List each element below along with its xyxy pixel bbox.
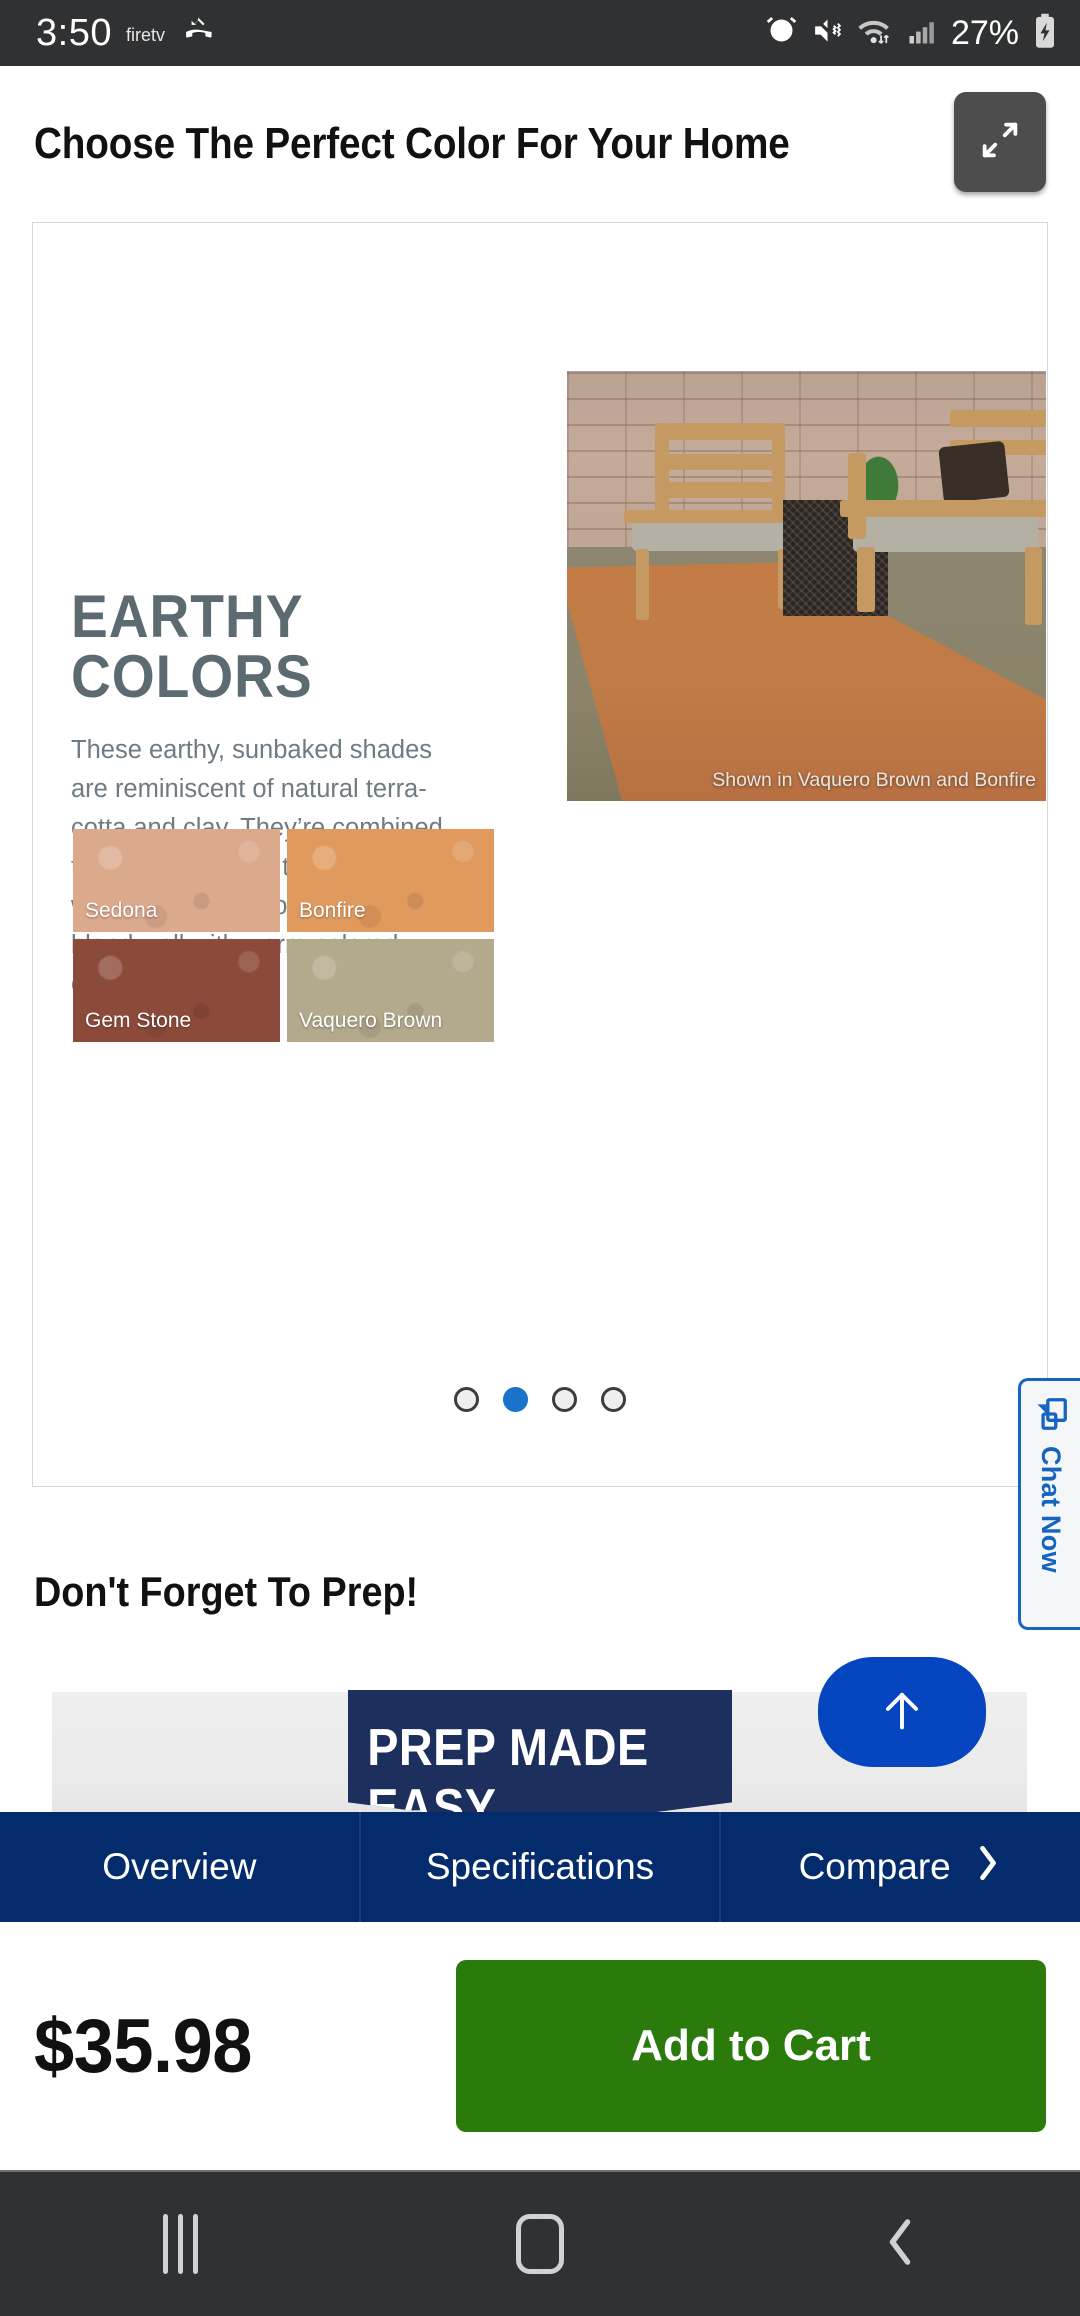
swatch-label: Sedona	[85, 899, 158, 922]
swatch-label: Vaquero Brown	[299, 1009, 443, 1032]
battery-percent: 27%	[950, 13, 1019, 52]
carousel-dot[interactable]	[552, 1387, 577, 1412]
carousel-dots	[33, 1387, 1047, 1412]
swatch-label: Bonfire	[299, 899, 366, 922]
color-swatch[interactable]: Bonfire	[287, 829, 494, 932]
color-swatch[interactable]: Vaquero Brown	[287, 939, 494, 1042]
wifi-icon	[857, 14, 893, 52]
product-price: $35.98	[34, 2003, 252, 2089]
recents-button[interactable]	[90, 2171, 270, 2316]
section-tab-bar: Overview Specifications Compare	[0, 1812, 1080, 1922]
home-button[interactable]	[450, 2171, 630, 2316]
color-swatch[interactable]: Sedona	[73, 829, 280, 932]
missed-call-icon	[179, 14, 213, 53]
tab-overview-label: Overview	[102, 1846, 257, 1887]
chat-now-label: Chat Now	[1036, 1446, 1066, 1573]
tab-specifications-label: Specifications	[425, 1846, 655, 1887]
purchase-bar: $35.98 Add to Cart	[0, 1922, 1080, 2170]
status-bar-left: 3:50 firetv	[36, 14, 213, 53]
status-bar: 3:50 firetv 27%	[0, 0, 1080, 66]
recents-icon	[162, 2214, 198, 2274]
carousel-dot[interactable]	[601, 1387, 626, 1412]
mute-vibrate-icon	[811, 14, 844, 52]
battery-charging-icon	[1032, 13, 1058, 54]
prep-section-heading: Don't Forget To Prep!	[34, 1568, 419, 1615]
home-icon	[516, 2214, 564, 2274]
scroll-to-top-button[interactable]	[818, 1657, 986, 1767]
back-icon	[877, 2212, 923, 2277]
room-photo: Shown in Vaquero Brown and Bonfire	[567, 371, 1046, 801]
page-header: Choose The Perfect Color For Your Home	[0, 66, 1080, 222]
swatch-label: Gem Stone	[85, 1009, 192, 1032]
chevron-right-icon	[973, 1841, 1003, 1894]
signal-icon	[906, 16, 938, 51]
tab-compare-label: Compare	[798, 1846, 951, 1887]
carousel-dot[interactable]	[454, 1387, 479, 1412]
tab-specifications[interactable]: Specifications	[358, 1812, 720, 1922]
color-swatch-grid: Sedona Bonfire Gem Stone Vaquero Brown	[73, 829, 494, 1042]
alarm-icon	[765, 14, 798, 52]
status-bar-right: 27%	[765, 13, 1058, 54]
tab-compare[interactable]: Compare	[719, 1812, 1080, 1922]
chair-right	[835, 409, 1046, 629]
chat-bubble-icon	[1032, 1395, 1070, 1438]
carousel-slide: EARTHY COLORS These earthy, sunbaked sha…	[33, 223, 1047, 1486]
color-swatch[interactable]: Gem Stone	[73, 939, 280, 1042]
chat-now-tab[interactable]: Chat Now	[1018, 1378, 1080, 1630]
android-nav-bar	[0, 2170, 1080, 2316]
carousel-dot-active[interactable]	[503, 1387, 528, 1412]
firetv-logo: firetv	[125, 24, 165, 45]
slide-heading: EARTHY COLORS	[71, 583, 313, 710]
page-title: Choose The Perfect Color For Your Home	[34, 119, 790, 168]
prep-made-easy-banner[interactable]: PREP MADE EASY	[348, 1690, 732, 1827]
expand-icon	[977, 117, 1023, 168]
back-button[interactable]	[810, 2171, 990, 2316]
photo-caption: Shown in Vaquero Brown and Bonfire	[712, 769, 1036, 791]
tab-overview[interactable]: Overview	[0, 1812, 359, 1922]
status-clock: 3:50	[36, 12, 112, 54]
expand-button[interactable]	[954, 92, 1046, 192]
app-screen: 3:50 firetv 27% Choose The Perfect Color…	[0, 0, 1080, 2316]
add-to-cart-button[interactable]: Add to Cart	[456, 1960, 1046, 2132]
image-carousel[interactable]: EARTHY COLORS These earthy, sunbaked sha…	[32, 222, 1048, 1487]
arrow-up-icon	[876, 1684, 928, 1741]
add-to-cart-label: Add to Cart	[631, 2021, 871, 2070]
